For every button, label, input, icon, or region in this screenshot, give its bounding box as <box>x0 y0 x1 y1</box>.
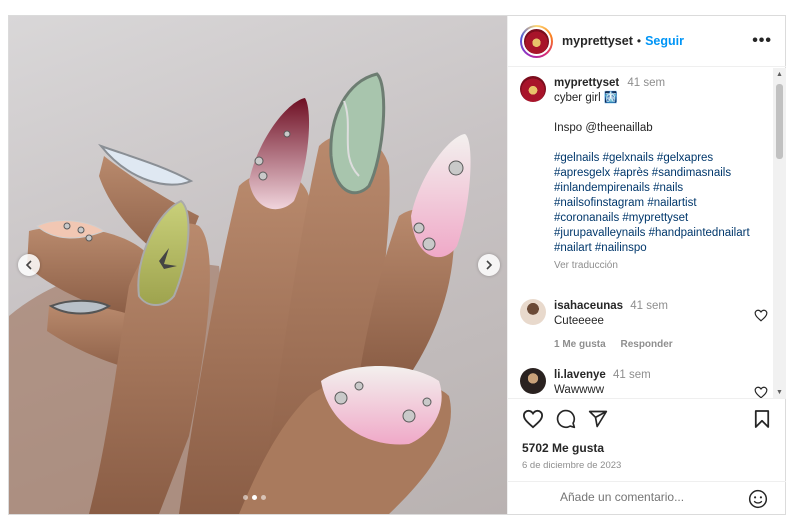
comment-time[interactable]: 41 sem <box>630 300 668 312</box>
post-header: myprettyset • Seguir ••• <box>508 16 786 67</box>
post-caption: myprettyset 41 sem cyber girl 🩻 Inspo @t… <box>520 76 768 273</box>
separator: • <box>636 34 642 48</box>
more-options-button[interactable]: ••• <box>752 33 772 49</box>
hashtag-line[interactable]: #nailart #nailinspo <box>554 241 750 256</box>
share-icon[interactable] <box>588 409 608 429</box>
comment-text: Wawwww <box>554 384 605 396</box>
carousel-indicator <box>243 495 266 500</box>
carousel-dot <box>243 495 248 500</box>
caption-line-blank <box>554 136 750 151</box>
caption-line: Inspo @theenaillab <box>554 122 653 134</box>
hashtag-line[interactable]: #gelnails #gelxnails #gelxapres <box>554 151 750 166</box>
scroll-thumb[interactable] <box>776 84 783 159</box>
hashtag-line[interactable]: #inlandempirenails #nails <box>554 181 750 196</box>
post-modal: myprettyset • Seguir ••• myprettyset 41 … <box>8 15 786 515</box>
hashtag-line[interactable]: #nailsofinstagram #nailartist <box>554 196 750 211</box>
comment-input[interactable] <box>560 490 730 504</box>
scroll-down-icon[interactable]: ▼ <box>776 389 783 396</box>
caption-line: cyber girl 🩻 <box>554 92 619 104</box>
follow-button[interactable]: Seguir <box>645 34 684 48</box>
hashtag-line[interactable]: #apresgelx #après #sandimasnails <box>554 166 750 181</box>
post-image <box>9 16 507 514</box>
comments-scrollbar[interactable]: ▲ ▼ <box>773 68 786 398</box>
hashtag-line[interactable]: #jurupavalleynails #handpaintednailart <box>554 226 750 241</box>
comments-section[interactable]: myprettyset 41 sem cyber girl 🩻 Inspo @t… <box>508 68 786 398</box>
commenter-avatar[interactable] <box>520 368 546 394</box>
bookmark-icon[interactable] <box>754 409 770 429</box>
comment-heart-icon[interactable] <box>754 386 768 398</box>
post-actions: 5702 Me gusta 6 de diciembre de 2023 <box>508 398 786 514</box>
comment-text: Cuteeeee <box>554 315 604 327</box>
comment-item: isahaceunas 41 sem Cuteeeee 1 Me gusta R… <box>520 299 770 352</box>
post-date[interactable]: 6 de diciembre de 2023 <box>522 460 621 471</box>
comment-likes[interactable]: 1 Me gusta <box>554 339 606 350</box>
caption-line-blank <box>554 106 750 121</box>
comment-heart-icon[interactable] <box>754 309 768 322</box>
carousel-dot <box>261 495 266 500</box>
commenter-avatar[interactable] <box>520 299 546 325</box>
author-username[interactable]: myprettyset <box>562 34 633 48</box>
chevron-right-icon <box>486 260 493 270</box>
scroll-up-icon[interactable]: ▲ <box>776 71 783 78</box>
chevron-left-icon <box>25 260 32 270</box>
comment-time[interactable]: 41 sem <box>613 369 651 381</box>
heart-icon[interactable] <box>522 409 544 429</box>
add-comment-bar <box>508 481 786 515</box>
emoji-icon[interactable] <box>748 489 768 509</box>
carousel-prev-button[interactable] <box>18 254 40 276</box>
comment-username[interactable]: li.lavenye <box>554 369 606 381</box>
carousel-dot-active <box>252 495 257 500</box>
likes-count[interactable]: 5702 Me gusta <box>522 441 604 455</box>
nail-art-photo <box>9 72 471 514</box>
comment-icon[interactable] <box>556 409 576 429</box>
comment-username[interactable]: isahaceunas <box>554 300 623 312</box>
caption-time[interactable]: 41 sem <box>627 77 665 89</box>
comment-item: li.lavenye 41 sem Wawwww <box>520 368 770 398</box>
author-avatar-ring[interactable] <box>520 24 553 58</box>
hashtag-line[interactable]: #coronanails #myprettyset <box>554 211 750 226</box>
caption-username[interactable]: myprettyset <box>554 77 619 89</box>
caption-avatar[interactable] <box>520 76 546 102</box>
translate-link[interactable]: Ver traducción <box>554 258 750 273</box>
post-sidebar: myprettyset • Seguir ••• myprettyset 41 … <box>507 16 786 514</box>
reply-button[interactable]: Responder <box>620 339 672 350</box>
avatar <box>522 26 551 56</box>
carousel-next-button[interactable] <box>478 254 500 276</box>
